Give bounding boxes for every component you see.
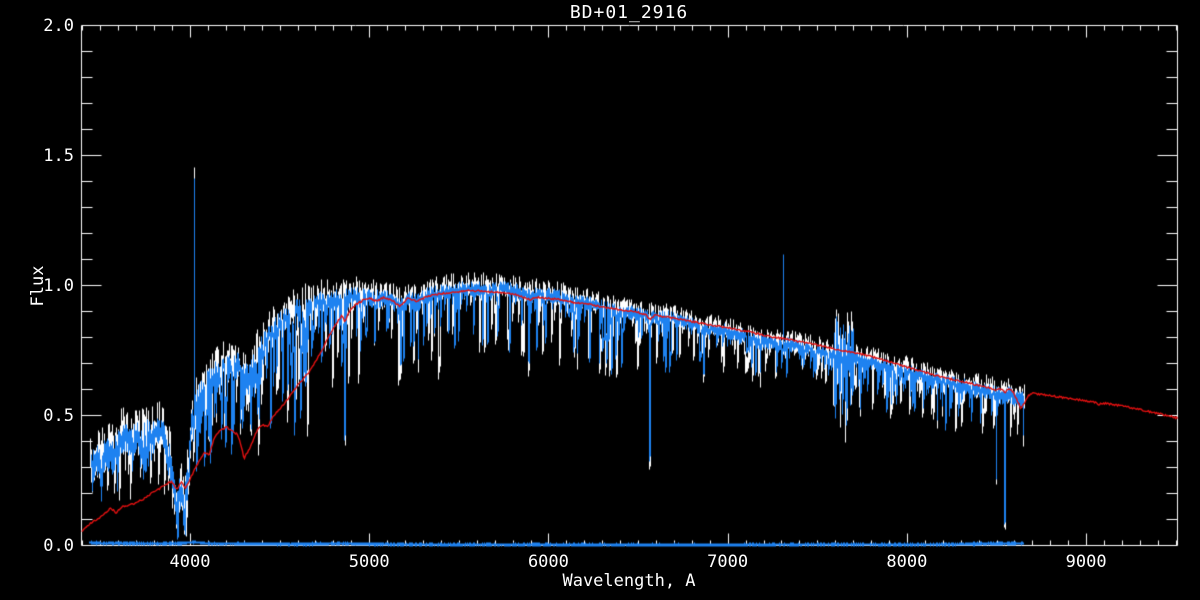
spectrum-figure: BD+01_2916 Flux Wavelength, A 4000 5000 60… xyxy=(0,0,1200,600)
y-tick-label: 1.5 xyxy=(43,146,74,166)
x-axis-title: Wavelength, A xyxy=(562,571,696,591)
x-tick-label: 4000 xyxy=(169,552,211,572)
y-tick-label: 0.5 xyxy=(43,406,74,426)
x-tick-label: 8000 xyxy=(886,552,928,572)
y-tick-label: 2.0 xyxy=(43,16,74,36)
x-tick-label: 5000 xyxy=(348,552,390,572)
x-tick-label: 9000 xyxy=(1065,552,1107,572)
x-tick-label: 6000 xyxy=(527,552,569,572)
x-tick-label: 7000 xyxy=(707,552,749,572)
y-tick-label: 1.0 xyxy=(43,276,74,296)
spectrum-plot-canvas xyxy=(0,0,1200,600)
y-tick-label: 0.0 xyxy=(43,536,74,556)
chart-title: BD+01_2916 xyxy=(569,2,689,23)
